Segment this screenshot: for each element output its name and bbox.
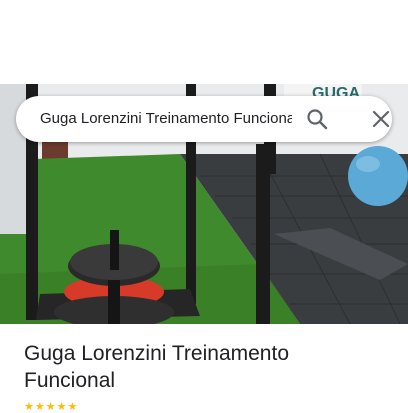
search-bar[interactable]: Guga Lorenzini Treinamento Funcional <box>16 96 392 142</box>
close-icon[interactable] <box>369 107 393 131</box>
place-title: Guga Lorenzini Treinamento Funcional <box>24 342 289 392</box>
search-input[interactable]: Guga Lorenzini Treinamento Funcional <box>40 96 292 142</box>
rating-row: ★★★★★ <box>24 400 79 413</box>
top-blank-area <box>0 0 408 84</box>
search-icon[interactable] <box>305 107 329 131</box>
rating-stars: ★★★★★ <box>24 401 79 413</box>
